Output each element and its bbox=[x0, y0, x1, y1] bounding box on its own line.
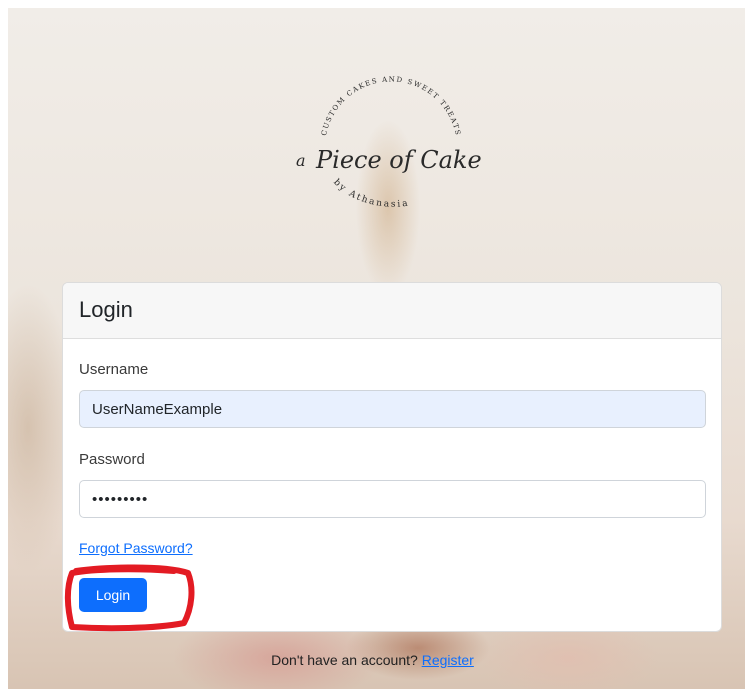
forgot-password-link[interactable]: Forgot Password? bbox=[79, 540, 193, 556]
svg-text:by Athanasia: by Athanasia bbox=[331, 177, 410, 209]
password-input[interactable] bbox=[79, 480, 706, 518]
card-title: Login bbox=[79, 297, 133, 322]
svg-text:CUSTOM CAKES AND SWEET TREATS: CUSTOM CAKES AND SWEET TREATS bbox=[320, 75, 462, 137]
username-input[interactable] bbox=[79, 390, 706, 428]
register-link[interactable]: Register bbox=[422, 652, 474, 668]
logo-arc-top-text: CUSTOM CAKES AND SWEET TREATS bbox=[320, 75, 460, 137]
logo-arc-bottom-text: by Athanasia bbox=[331, 177, 408, 209]
brand-logo-icon: CUSTOM CAKES AND SWEET TREATS a Piece of… bbox=[286, 74, 496, 224]
register-prompt-text: Don't have an account? bbox=[271, 652, 422, 668]
password-label: Password bbox=[79, 451, 145, 468]
logo-script-name: Piece of Cake bbox=[315, 146, 482, 174]
login-card: Login Username Password Forgot Password?… bbox=[62, 282, 722, 632]
register-prompt: Don't have an account? Register bbox=[0, 652, 745, 668]
card-header: Login bbox=[63, 283, 721, 339]
logo-script-a: a bbox=[296, 151, 306, 170]
username-label: Username bbox=[79, 361, 149, 378]
login-button[interactable]: Login bbox=[79, 578, 147, 612]
